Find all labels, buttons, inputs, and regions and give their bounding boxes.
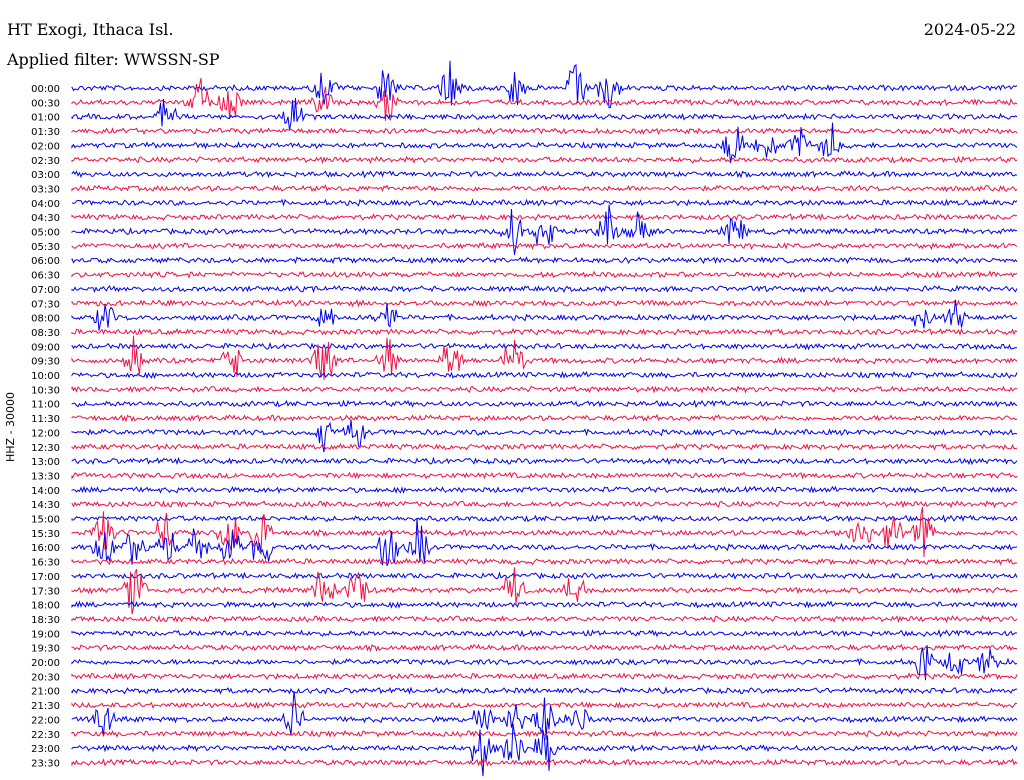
time-tick-label: 02:00 — [31, 141, 60, 152]
trace-line — [71, 514, 1018, 523]
time-tick-label: 16:00 — [31, 543, 60, 554]
time-tick-label: 22:00 — [31, 715, 60, 726]
trace-line — [71, 184, 1018, 193]
time-tick-label: 09:00 — [31, 342, 60, 353]
trace-line — [71, 97, 1018, 130]
time-tick-label: 10:30 — [31, 385, 60, 396]
trace-line — [71, 729, 1018, 738]
time-tick-label: 22:30 — [31, 730, 60, 741]
trace-line — [71, 155, 1018, 164]
time-tick-label: 01:30 — [31, 127, 60, 138]
trace-line — [71, 122, 1018, 164]
trace-line — [71, 335, 1018, 380]
trace-line — [71, 471, 1018, 480]
trace-line — [71, 644, 1018, 681]
trace-line — [71, 270, 1018, 279]
trace-line — [71, 758, 1018, 767]
trace-line — [71, 241, 1018, 251]
trace-line — [71, 341, 1018, 351]
time-tick-label: 06:00 — [31, 256, 60, 267]
time-tick-label: 21:30 — [31, 701, 60, 712]
trace-line — [71, 686, 1018, 695]
time-tick-label: 20:00 — [31, 658, 60, 669]
time-tick-label: 15:30 — [31, 529, 60, 540]
trace-line — [71, 413, 1018, 423]
helicorder-plot: 00:00 00:30 01:00 01:30 02:00 02:30 03:00 03:30… — [31, 60, 1018, 777]
trace-line — [71, 78, 1018, 121]
time-tick-label: 21:00 — [31, 687, 60, 698]
time-tick-label: 18:30 — [31, 615, 60, 626]
time-tick-label: 04:30 — [31, 213, 60, 224]
trace-line — [71, 399, 1018, 408]
time-tick-label: 15:00 — [31, 515, 60, 526]
time-tick-label: 20:30 — [31, 672, 60, 683]
trace-line — [71, 614, 1018, 624]
trace-line — [71, 557, 1018, 566]
time-tick-label: 02:30 — [31, 156, 60, 167]
trace-line — [71, 629, 1018, 638]
trace-line — [71, 212, 1018, 222]
time-tick-label: 19:00 — [31, 629, 60, 640]
time-tick-label: 01:00 — [31, 113, 60, 124]
time-tick-label: 17:00 — [31, 572, 60, 583]
trace-line — [71, 198, 1018, 207]
time-tick-label: 00:00 — [31, 84, 60, 95]
trace-line — [71, 385, 1018, 394]
trace-line — [71, 517, 1018, 567]
trace-line — [71, 284, 1018, 294]
trace-line — [71, 571, 1018, 580]
trace-line — [71, 256, 1018, 265]
trace-line — [71, 456, 1018, 466]
time-tick-label: 09:30 — [31, 357, 60, 368]
time-tick-label: 10:00 — [31, 371, 60, 382]
time-tick-label: 23:30 — [31, 758, 60, 769]
trace-line — [71, 723, 1018, 777]
time-tick-label: 00:30 — [31, 98, 60, 109]
time-tick-label: 03:30 — [31, 184, 60, 195]
time-tick-label: 19:30 — [31, 644, 60, 655]
time-tick-label: 07:00 — [31, 285, 60, 296]
trace-line — [71, 370, 1018, 380]
trace-line — [71, 169, 1018, 179]
time-tick-label: 11:00 — [31, 400, 60, 411]
time-tick-label: 06:30 — [31, 271, 60, 282]
time-tick-label: 08:30 — [31, 328, 60, 339]
time-tick-label: 08:00 — [31, 314, 60, 325]
time-tick-label: 05:30 — [31, 242, 60, 253]
trace-line — [71, 600, 1018, 609]
time-tick-label: 03:00 — [31, 170, 60, 181]
trace-line — [71, 327, 1018, 337]
trace-line — [71, 500, 1018, 509]
time-tick-label: 23:00 — [31, 744, 60, 755]
time-tick-label: 14:30 — [31, 500, 60, 511]
time-tick-label: 13:00 — [31, 457, 60, 468]
trace-line — [71, 643, 1018, 653]
time-tick-label: 17:30 — [31, 586, 60, 597]
time-tick-label: 12:30 — [31, 443, 60, 454]
trace-line — [71, 672, 1018, 681]
time-tick-label: 07:30 — [31, 299, 60, 310]
time-tick-label: 04:00 — [31, 199, 60, 210]
time-tick-label: 16:30 — [31, 558, 60, 569]
time-tick-label: 13:30 — [31, 471, 60, 482]
trace-line — [71, 299, 1018, 308]
time-tick-label: 05:00 — [31, 228, 60, 239]
time-tick-label: 11:30 — [31, 414, 60, 425]
trace-line — [71, 442, 1018, 451]
time-tick-label: 12:00 — [31, 428, 60, 439]
time-tick-label: 14:00 — [31, 486, 60, 497]
trace-line — [71, 127, 1018, 136]
time-tick-label: 18:00 — [31, 601, 60, 612]
trace-line — [71, 485, 1018, 494]
